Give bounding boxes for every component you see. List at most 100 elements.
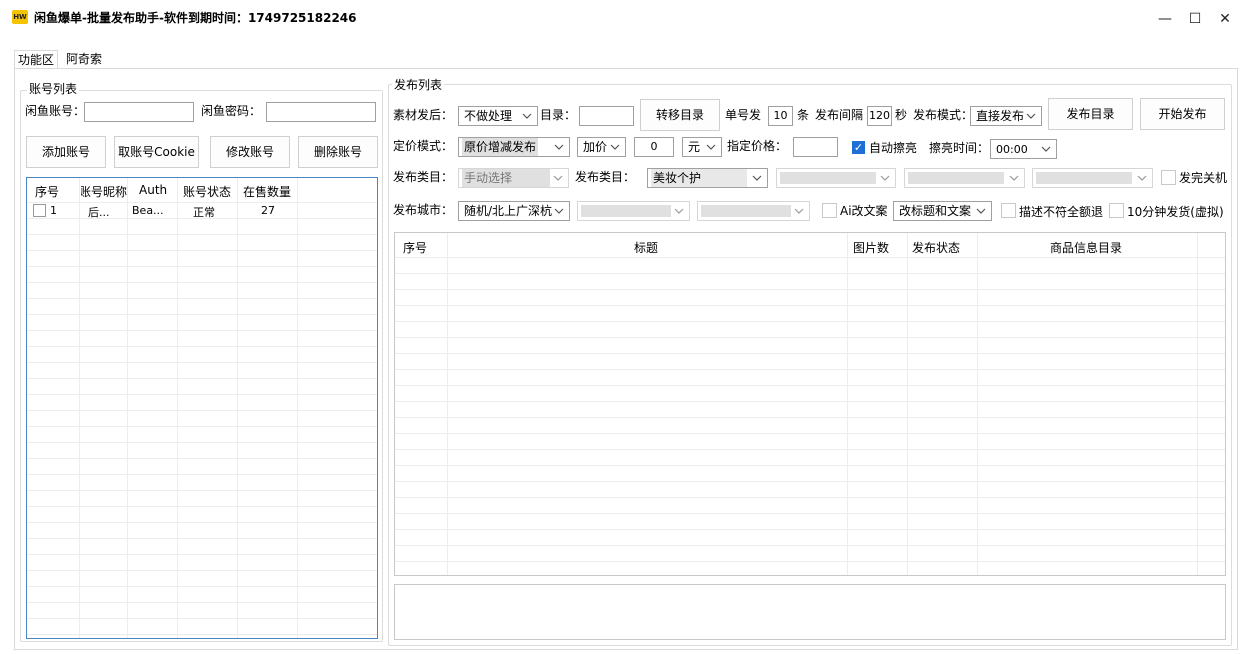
grid-line [79, 178, 80, 638]
ai-mode-select[interactable]: 改标题和文案 [893, 201, 992, 221]
price-unit-select[interactable]: 元 [682, 137, 722, 157]
chevron-down-icon [674, 208, 684, 214]
after-publish-label: 素材发后： [393, 108, 454, 122]
grid-line [447, 233, 448, 575]
chevron-down-icon [1041, 146, 1051, 152]
chevron-down-icon [553, 175, 563, 181]
grid-line [395, 481, 1225, 482]
publish-group-legend: 发布列表 [392, 76, 445, 93]
shutdown-checkbox[interactable] [1161, 170, 1176, 185]
publish-dir-button[interactable]: 发布目录 [1048, 98, 1133, 130]
log-textarea[interactable] [394, 584, 1226, 640]
subcategory2-select[interactable] [904, 168, 1025, 188]
account-input[interactable] [84, 102, 194, 122]
auto-polish-label: 自动擦亮 [869, 141, 918, 155]
grid-line [237, 178, 238, 638]
col-header-index[interactable]: 序号 [403, 239, 427, 256]
grid-line [907, 233, 908, 575]
price-amount-input[interactable]: 0 [634, 137, 674, 157]
shutdown-label: 发完关机 [1179, 171, 1228, 185]
chevron-down-icon [752, 175, 762, 181]
close-button[interactable]: ✕ [1214, 8, 1236, 30]
per-account-unit: 条 [797, 108, 810, 122]
col-header-image-count[interactable]: 图片数 [853, 239, 889, 256]
subcategory2-placeholder [908, 172, 1004, 184]
col-header-auth[interactable]: Auth [139, 183, 167, 197]
desc-skip-checkbox[interactable] [1001, 203, 1016, 218]
grid-line [177, 178, 178, 638]
grid-line [297, 178, 298, 638]
tab-function-area[interactable]: 功能区 [14, 50, 59, 69]
category-select[interactable]: 手动选择 [458, 168, 569, 188]
grid-line [395, 433, 1225, 434]
col-header-count[interactable]: 在售数量 [243, 183, 291, 200]
subcategory1-placeholder [780, 172, 876, 184]
chevron-down-icon [706, 144, 716, 150]
city-label: 发布城市： [393, 203, 454, 217]
row-checkbox[interactable] [33, 204, 46, 217]
delete-account-button[interactable]: 删除账号 [298, 136, 378, 168]
minimize-button[interactable]: — [1154, 8, 1176, 30]
grid-line [1197, 233, 1198, 575]
city-select[interactable]: 随机/北上广深杭 [458, 201, 570, 221]
fixed-price-input[interactable] [793, 137, 838, 157]
maximize-button[interactable]: ☐ [1184, 8, 1206, 30]
col-header-publish-status[interactable]: 发布状态 [912, 239, 960, 256]
chevron-down-icon [1009, 175, 1019, 181]
mode-select[interactable]: 直接发布 [970, 106, 1042, 126]
app-logo-icon: HW [12, 10, 28, 24]
col-header-nickname[interactable]: 账号昵称 [81, 183, 127, 200]
col-header-info-dir[interactable]: 商品信息目录 [1050, 239, 1122, 256]
per-account-input[interactable]: 10 [768, 106, 793, 126]
publish-table[interactable]: 序号 标题 图片数 发布状态 商品信息目录 [394, 232, 1226, 576]
grid-line [395, 449, 1225, 450]
price-mode-select[interactable]: 原价增减发布 [458, 137, 570, 157]
col-header-index[interactable]: 序号 [35, 183, 59, 200]
chevron-down-icon [880, 175, 890, 181]
grid-line [395, 321, 1225, 322]
account-table[interactable]: 序号 账号昵称 Auth 账号状态 在售数量 1 后... Bea... 正常 … [26, 177, 378, 639]
dir-input[interactable] [579, 106, 634, 126]
city3-select[interactable] [697, 201, 810, 221]
tab-aqisuo[interactable]: 阿奇索 [63, 50, 105, 69]
mode-value: 直接发布 [976, 109, 1025, 123]
subcategory1-select[interactable] [776, 168, 896, 188]
grid-line [395, 273, 1225, 274]
get-cookie-button[interactable]: 取账号Cookie [114, 136, 199, 168]
account-label: 闲鱼账号： [25, 104, 86, 118]
ai-copy-checkbox[interactable] [822, 203, 837, 218]
edit-account-button[interactable]: 修改账号 [210, 136, 290, 168]
start-publish-button[interactable]: 开始发布 [1140, 98, 1225, 130]
password-input[interactable] [266, 102, 376, 122]
chevron-down-icon [794, 208, 804, 214]
polish-time-select[interactable]: 00:00 [990, 139, 1057, 159]
col-header-title[interactable]: 标题 [634, 239, 658, 256]
move-dir-button[interactable]: 转移目录 [640, 99, 720, 131]
grid-line [847, 233, 848, 575]
add-account-button[interactable]: 添加账号 [26, 136, 106, 168]
grid-line [127, 178, 128, 638]
category2-select[interactable]: 美妆个护 [647, 168, 768, 188]
account-group-legend: 账号列表 [27, 80, 80, 97]
grid-line [395, 529, 1225, 530]
interval-label: 发布间隔 [815, 108, 864, 122]
city2-select[interactable] [577, 201, 690, 221]
category-label: 发布类目： [393, 170, 454, 184]
ai-copy-label: Ai改文案 [840, 204, 888, 218]
city3-placeholder [701, 205, 791, 217]
title-bar: HW 闲鱼爆单-批量发布助手-软件到期时间：1749725182246 — ☐ … [0, 0, 1250, 36]
interval-input[interactable]: 120 [867, 106, 892, 126]
password-label: 闲鱼密码： [201, 104, 262, 118]
grid-line [977, 233, 978, 575]
auto-polish-checkbox[interactable]: ✓ [852, 141, 865, 154]
after-publish-select[interactable]: 不做处理 [458, 106, 538, 126]
category2-label: 发布类目： [575, 170, 636, 184]
chevron-down-icon [976, 208, 986, 214]
row-auth: Bea... [132, 204, 164, 217]
price-adjust-select[interactable]: 加价 [577, 137, 626, 157]
col-header-status[interactable]: 账号状态 [183, 183, 231, 200]
polish-time-label: 擦亮时间： [929, 141, 990, 155]
chevron-down-icon [610, 144, 620, 150]
ten-min-checkbox[interactable] [1109, 203, 1124, 218]
subcategory3-select[interactable] [1032, 168, 1153, 188]
